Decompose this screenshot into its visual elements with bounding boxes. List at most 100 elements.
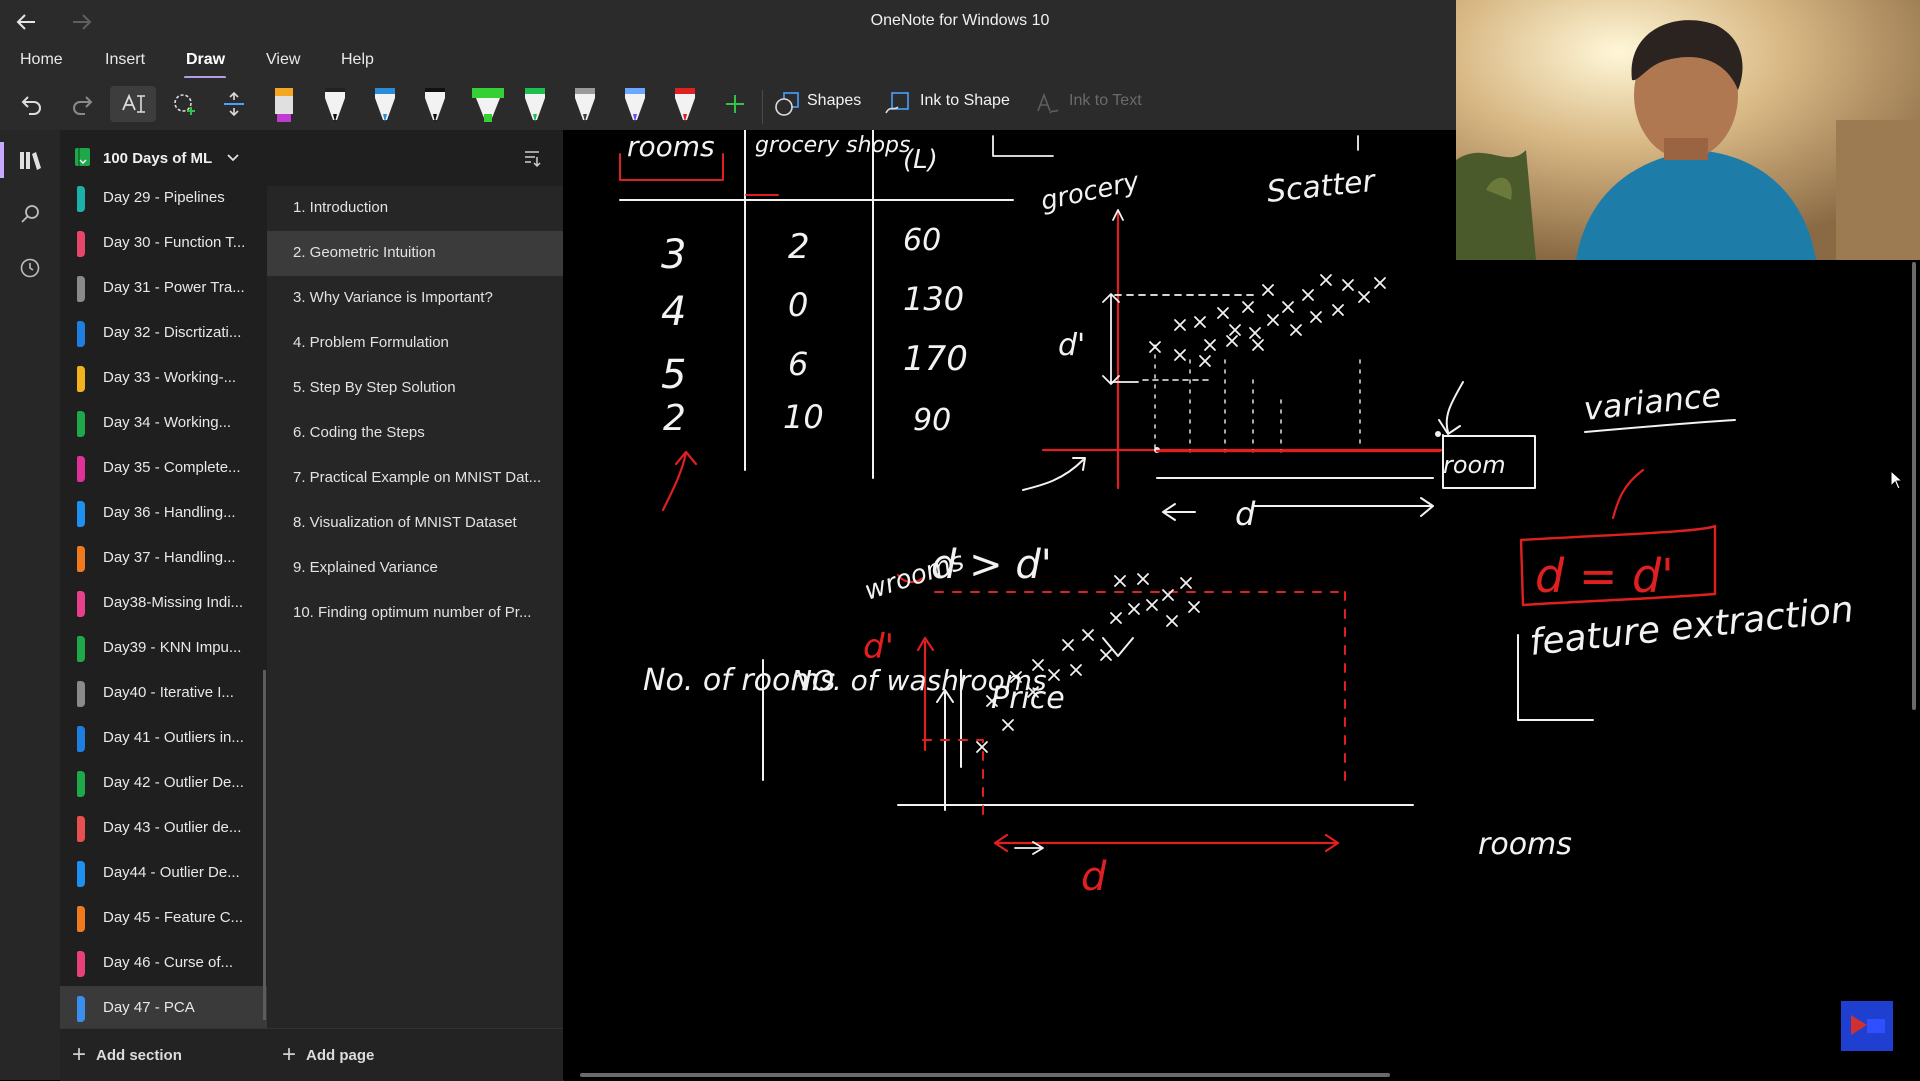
blue-pen-icon[interactable] [372,84,398,124]
page-canvas[interactable]: rooms grocery shops (L) 3 2 60 4 0 130 5… [563,130,1920,1080]
section-item[interactable]: Day 43 - Outlier de... [60,806,267,851]
page-item[interactable]: 4. Problem Formulation [267,321,563,366]
section-label: Day 32 - Discrtizati... [103,324,242,341]
section-label: Day 33 - Working-... [103,369,237,386]
chevron-down-icon[interactable] [226,153,240,163]
light-blue-pen-icon[interactable] [622,84,648,124]
section-item[interactable]: Day 46 - Curse of... [60,941,267,986]
ink-to-shape-icon[interactable] [882,86,912,122]
section-color-tab [77,501,85,527]
ink-to-text-icon[interactable] [1032,86,1062,122]
ink-d-prime-label-upper: d' [1058,328,1085,363]
section-label: Day 42 - Outlier De... [103,774,244,791]
menu-insert[interactable]: Insert [105,51,145,69]
redo-icon[interactable] [64,86,100,122]
section-item[interactable]: Day 32 - Discrtizati... [60,311,267,356]
menu-view[interactable]: View [266,51,300,69]
recent-notes-icon[interactable] [10,248,50,288]
section-color-tab [77,726,85,752]
scatter-points-lower [976,573,1200,753]
section-color-tab [77,591,85,617]
section-color-tab [77,951,85,977]
page-label: 6. Coding the Steps [293,424,425,441]
gray-pen-icon[interactable] [572,84,598,124]
ink-cell-r4c1: 2 [663,398,686,439]
section-item[interactable]: Day 33 - Working-... [60,356,267,401]
section-item[interactable]: Day 29 - Pipelines [60,186,267,221]
plus-icon: + [282,1041,297,1068]
section-item[interactable]: Day 45 - Feature C... [60,896,267,941]
add-section-button[interactable]: + Add section [72,1041,182,1069]
black-pen-icon-2[interactable] [422,84,448,124]
menu-draw[interactable]: Draw [186,51,225,69]
sort-pages-icon[interactable] [522,148,542,168]
section-color-tab [77,411,85,437]
black-pen-icon[interactable] [322,84,348,124]
page-item[interactable]: 5. Step By Step Solution [267,366,563,411]
section-item[interactable]: Day 37 - Handling... [60,536,267,581]
section-color-tab [77,771,85,797]
page-item[interactable]: 2. Geometric Intuition [267,231,563,276]
webcam-overlay [1456,0,1920,260]
page-item[interactable]: 10. Finding optimum number of Pr... [267,591,563,636]
page-label: 4. Problem Formulation [293,334,449,351]
green-highlighter-icon[interactable] [470,84,506,124]
page-item[interactable]: 7. Practical Example on MNIST Dat... [267,456,563,501]
ink-to-shape-button[interactable]: Ink to Shape [920,92,1010,110]
shapes-icon[interactable] [772,86,802,122]
section-item[interactable]: Day44 - Outlier De... [60,851,267,896]
section-item[interactable]: Day 31 - Power Tra... [60,266,267,311]
section-label: Day39 - KNN Impu... [103,639,242,656]
ink-cell-r3c1: 5 [661,352,686,398]
page-item[interactable]: 8. Visualization of MNIST Dataset [267,501,563,546]
section-color-tab [77,231,85,257]
add-page-button[interactable]: + Add page [282,1041,374,1069]
section-label: Day44 - Outlier De... [103,864,240,881]
section-item[interactable]: Day40 - Iterative I... [60,671,267,716]
section-item[interactable]: Day 42 - Outlier De... [60,761,267,806]
type-select-icon[interactable] [110,86,156,122]
section-label: Day 34 - Working... [103,414,232,431]
notebooks-icon[interactable] [10,140,50,180]
section-color-tab [77,546,85,572]
red-pen-icon[interactable] [672,84,698,124]
section-item[interactable]: Day 34 - Working... [60,401,267,446]
undo-icon[interactable] [14,86,50,122]
menu-help[interactable]: Help [341,51,374,69]
d-width-arrow [1162,497,1434,521]
menu-home[interactable]: Home [20,51,63,69]
toolbar-separator [762,90,763,124]
lasso-select-icon[interactable] [166,86,202,122]
page-label: 9. Explained Variance [293,559,438,576]
section-item[interactable]: Day39 - KNN Impu... [60,626,267,671]
ink-to-text-button[interactable]: Ink to Text [1069,92,1142,110]
ink-d-label-lower: d [1081,854,1107,900]
page-item[interactable]: 9. Explained Variance [267,546,563,591]
search-icon[interactable] [10,194,50,234]
page-label: 5. Step By Step Solution [293,379,456,396]
page-item[interactable]: 1. Introduction [267,186,563,231]
green-pen-icon[interactable] [522,84,548,124]
section-item[interactable]: Day 30 - Function T... [60,221,267,266]
section-item[interactable]: Day 36 - Handling... [60,491,267,536]
section-label: Day 45 - Feature C... [103,909,244,926]
section-item[interactable]: Day 41 - Outliers in... [60,716,267,761]
add-pen-icon[interactable] [720,86,750,122]
ink-cell-r1c3: 60 [903,223,941,258]
d-width-arrow-lower [993,833,1340,853]
page-item[interactable]: 3. Why Variance is Important? [267,276,563,321]
page-item[interactable]: 6. Coding the Steps [267,411,563,456]
section-color-tab [77,906,85,932]
section-item[interactable]: Day38-Missing Indi... [60,581,267,626]
notebook-name[interactable]: 100 Days of ML [103,150,212,167]
section-item[interactable]: Day 47 - PCA [60,986,267,1028]
canvas-horizontal-scrollbar[interactable] [580,1073,1390,1077]
orange-highlighter-icon[interactable] [271,84,297,124]
sections-scrollbar[interactable] [263,670,266,1020]
add-space-icon[interactable] [216,86,252,122]
canvas-vertical-scrollbar[interactable] [1912,262,1916,710]
section-item[interactable]: Day 35 - Complete... [60,446,267,491]
shapes-button[interactable]: Shapes [807,92,861,110]
scatter-points-upper [1149,274,1386,367]
page-label: 2. Geometric Intuition [293,244,436,261]
